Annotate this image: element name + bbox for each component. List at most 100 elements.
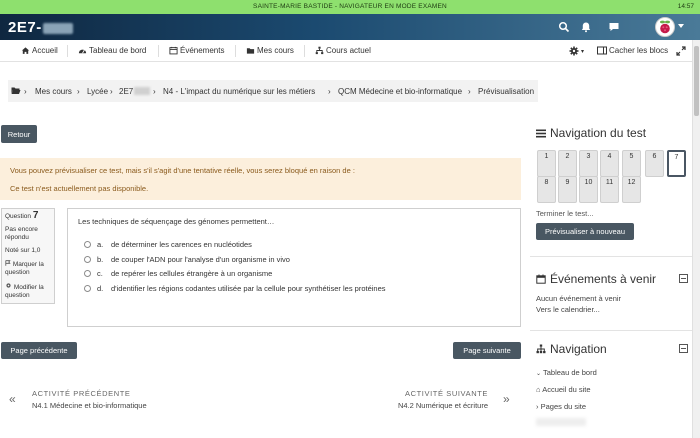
nav-events-label: Événements bbox=[180, 46, 225, 55]
breadcrumb-separator: › bbox=[77, 87, 80, 96]
breadcrumb-class[interactable]: 2E7 bbox=[119, 87, 133, 96]
quiz-nav-button-11[interactable]: 11 bbox=[600, 176, 619, 203]
user-menu-caret-icon[interactable] bbox=[678, 24, 684, 28]
hide-blocks-label: Cacher les blocs bbox=[609, 46, 669, 55]
folder-open-icon[interactable] bbox=[11, 86, 21, 95]
question-text: Les techniques de séquençage des génomes… bbox=[78, 217, 275, 226]
breadcrumb-quiz[interactable]: QCM Médecine et bio-informatique bbox=[338, 87, 462, 96]
no-events-text: Aucun événement à venir bbox=[536, 294, 622, 303]
quiz-nav-number: 5 bbox=[629, 153, 634, 160]
quiz-nav-number: 1 bbox=[544, 153, 549, 160]
quiz-nav-button-7-current[interactable]: 7 bbox=[667, 150, 686, 177]
previous-page-button[interactable]: Page précédente bbox=[1, 342, 77, 359]
nav-my-courses[interactable]: Mes cours bbox=[246, 46, 294, 55]
quiz-nav-number: 12 bbox=[627, 179, 636, 186]
clock: 14:57 bbox=[677, 3, 694, 10]
next-page-button[interactable]: Page suivante bbox=[453, 342, 521, 359]
nav-events[interactable]: Événements bbox=[169, 46, 224, 55]
list-icon bbox=[536, 129, 546, 137]
chevron-double-left-icon[interactable]: « bbox=[9, 392, 16, 406]
answer-option-a[interactable]: a. de déterminer les carences en nucléoti… bbox=[84, 240, 252, 249]
navigation-title: Navigation bbox=[550, 342, 607, 356]
previous-activity-name: N4.1 Médecine et bio-informatique bbox=[32, 401, 147, 410]
breadcrumb-section[interactable]: N4 - L'impact du numérique sur les métie… bbox=[163, 87, 315, 96]
breadcrumb-separator: › bbox=[110, 87, 113, 96]
hide-blocks-toggle[interactable]: Cacher les blocs bbox=[597, 46, 668, 55]
next-activity[interactable]: ACTIVITÉ SUIVANTE N4.2 Numérique et écri… bbox=[375, 389, 488, 410]
events-heading: Événements à venir bbox=[536, 272, 656, 286]
nav-current-course[interactable]: Cours actuel bbox=[315, 46, 371, 55]
calendar-icon bbox=[169, 46, 178, 55]
question-status: Pas encore répondu bbox=[5, 226, 38, 241]
finish-attempt-link[interactable]: Terminer le test... bbox=[536, 209, 594, 218]
chevron-right-icon: › bbox=[536, 402, 539, 411]
breadcrumb-lycee[interactable]: Lycée bbox=[87, 87, 108, 96]
collapse-block-icon[interactable] bbox=[679, 344, 688, 353]
question-number-row: Question 7 bbox=[5, 211, 51, 221]
quiz-nav-button-12[interactable]: 12 bbox=[622, 176, 641, 203]
divider bbox=[530, 330, 692, 331]
nav-dashboard[interactable]: Tableau de bord bbox=[78, 46, 146, 55]
user-avatar[interactable] bbox=[655, 17, 675, 37]
nav-home[interactable]: Accueil bbox=[21, 46, 58, 55]
option-text: de déterminer les carences en nucléotide… bbox=[111, 240, 252, 249]
radio-button[interactable] bbox=[84, 256, 91, 263]
nav-tree-site-pages-label: Pages du site bbox=[540, 402, 587, 411]
quiz-nav-button-3[interactable]: 3 bbox=[579, 150, 598, 177]
option-letter: a. bbox=[97, 240, 104, 249]
nav-my-courses-label: Mes cours bbox=[257, 46, 294, 55]
back-button[interactable]: Retour bbox=[1, 125, 37, 143]
quiz-nav-button-9[interactable]: 9 bbox=[558, 176, 577, 203]
dashboard-icon bbox=[78, 49, 87, 54]
collapse-block-icon[interactable] bbox=[679, 274, 688, 283]
answer-option-b[interactable]: b. de couper l'ADN pour l'analyse d'un or… bbox=[84, 255, 290, 264]
quiz-nav-button-2[interactable]: 2 bbox=[558, 150, 577, 177]
flag-icon bbox=[5, 260, 11, 266]
answer-option-c[interactable]: c. de repérer les cellules étrangère à un… bbox=[84, 269, 272, 278]
nav-tree-site-home[interactable]: ⌂ Accueil du site bbox=[536, 385, 591, 394]
page-scrollbar[interactable] bbox=[692, 40, 700, 438]
nav-tree-site-pages[interactable]: › Pages du site bbox=[536, 402, 586, 411]
quiz-nav-number: 4 bbox=[607, 153, 612, 160]
bell-icon[interactable] bbox=[580, 21, 592, 33]
settings-menu[interactable]: ▾ bbox=[569, 46, 584, 56]
fullscreen-toggle-icon[interactable] bbox=[676, 46, 686, 56]
home-icon bbox=[21, 47, 30, 54]
gear-icon bbox=[6, 283, 11, 288]
scrollbar-thumb[interactable] bbox=[694, 46, 699, 116]
start-new-preview-button[interactable]: Prévisualiser à nouveau bbox=[536, 223, 634, 240]
chevron-double-right-icon[interactable]: » bbox=[503, 392, 510, 406]
hide-blocks-icon bbox=[597, 46, 607, 55]
nav-tree-dashboard[interactable]: ⌄ Tableau de bord bbox=[536, 368, 597, 377]
calendar-link[interactable]: Vers le calendrier... bbox=[536, 305, 600, 314]
chat-icon[interactable] bbox=[608, 21, 620, 33]
quiz-nav-number: 8 bbox=[544, 179, 549, 186]
divider bbox=[530, 256, 692, 257]
previous-activity[interactable]: ACTIVITÉ PRÉCÉDENTE N4.1 Médecine et bio… bbox=[32, 389, 147, 410]
question-label: Question bbox=[5, 213, 32, 220]
calendar-icon bbox=[536, 274, 546, 284]
quiz-nav-button-4[interactable]: 4 bbox=[600, 150, 619, 177]
option-letter: d. bbox=[97, 284, 104, 293]
search-icon[interactable] bbox=[558, 21, 570, 33]
flag-question-label: Marquer la question bbox=[5, 261, 44, 276]
breadcrumb-my-courses[interactable]: Mes cours bbox=[35, 87, 72, 96]
radio-button[interactable] bbox=[84, 285, 91, 292]
home-icon: ⌂ bbox=[536, 385, 541, 394]
site-brand[interactable]: 2E7- bbox=[8, 19, 73, 36]
alert-line-2: Ce test n'est actuellement pas disponibl… bbox=[10, 184, 149, 193]
gear-icon bbox=[569, 46, 579, 56]
radio-button[interactable] bbox=[84, 241, 91, 248]
radio-button[interactable] bbox=[84, 270, 91, 277]
edit-question[interactable]: Modifier la question bbox=[5, 282, 51, 300]
quiz-nav-button-5[interactable]: 5 bbox=[622, 150, 641, 177]
quiz-nav-button-10[interactable]: 10 bbox=[579, 176, 598, 203]
quiz-nav-number: 7 bbox=[674, 154, 679, 161]
quiz-nav-button-6[interactable]: 6 bbox=[645, 150, 664, 177]
quiz-nav-button-1[interactable]: 1 bbox=[537, 150, 556, 177]
quiz-nav-button-8[interactable]: 8 bbox=[537, 176, 556, 203]
answer-option-d[interactable]: d. d'identifier les régions codantes util… bbox=[84, 284, 386, 293]
previous-activity-heading: ACTIVITÉ PRÉCÉDENTE bbox=[32, 389, 131, 398]
flag-question[interactable]: Marquer la question bbox=[5, 260, 51, 277]
next-activity-name: N4.2 Numérique et écriture bbox=[397, 401, 488, 410]
